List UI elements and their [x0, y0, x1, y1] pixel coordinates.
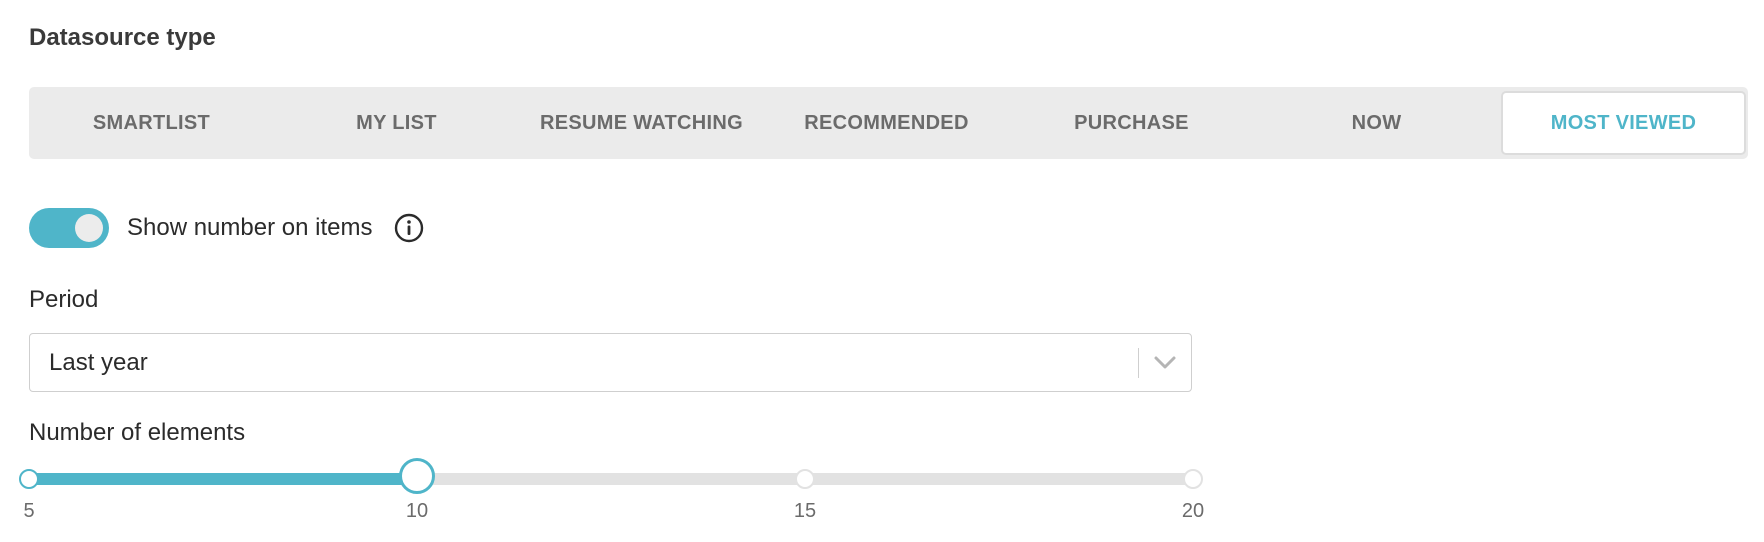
datasource-option-now[interactable]: NOW [1256, 91, 1497, 155]
slider-tick-label: 10 [405, 500, 429, 522]
datasource-option-recommended[interactable]: RECOMMENDED [766, 91, 1007, 155]
slider-fill [29, 473, 417, 485]
datasource-type-title: Datasource type [29, 24, 216, 51]
show-number-label: Show number on items [127, 214, 373, 241]
show-number-toggle[interactable] [29, 208, 109, 248]
period-select[interactable]: Last year [29, 333, 1192, 392]
datasource-option-smartlist[interactable]: SMARTLIST [31, 91, 272, 155]
show-number-row: Show number on items [29, 208, 424, 248]
chevron-down-icon[interactable] [1139, 355, 1191, 371]
datasource-option-resume-watching[interactable]: RESUME WATCHING [521, 91, 762, 155]
info-icon[interactable] [394, 213, 424, 243]
toggle-knob [75, 214, 103, 242]
slider-tick-label: 20 [1181, 500, 1205, 522]
datasource-option-my-list[interactable]: MY LIST [276, 91, 517, 155]
period-select-value: Last year [49, 348, 148, 376]
slider-step-dot[interactable] [795, 469, 815, 489]
number-of-elements-slider[interactable]: 5 10 15 20 [19, 458, 1204, 522]
slider-tick-label: 5 [23, 500, 35, 522]
datasource-option-purchase[interactable]: PURCHASE [1011, 91, 1252, 155]
slider-step-dot[interactable] [19, 469, 39, 489]
number-of-elements-label: Number of elements [29, 419, 246, 446]
period-label: Period [29, 286, 99, 313]
datasource-type-segmented-control: SMARTLIST MY LIST RESUME WATCHING RECOMM… [29, 87, 1748, 159]
slider-step-dot[interactable] [1183, 469, 1203, 489]
slider-handle[interactable] [399, 458, 435, 494]
datasource-option-most-viewed[interactable]: MOST VIEWED [1501, 91, 1746, 155]
slider-tick-label: 15 [793, 500, 817, 522]
